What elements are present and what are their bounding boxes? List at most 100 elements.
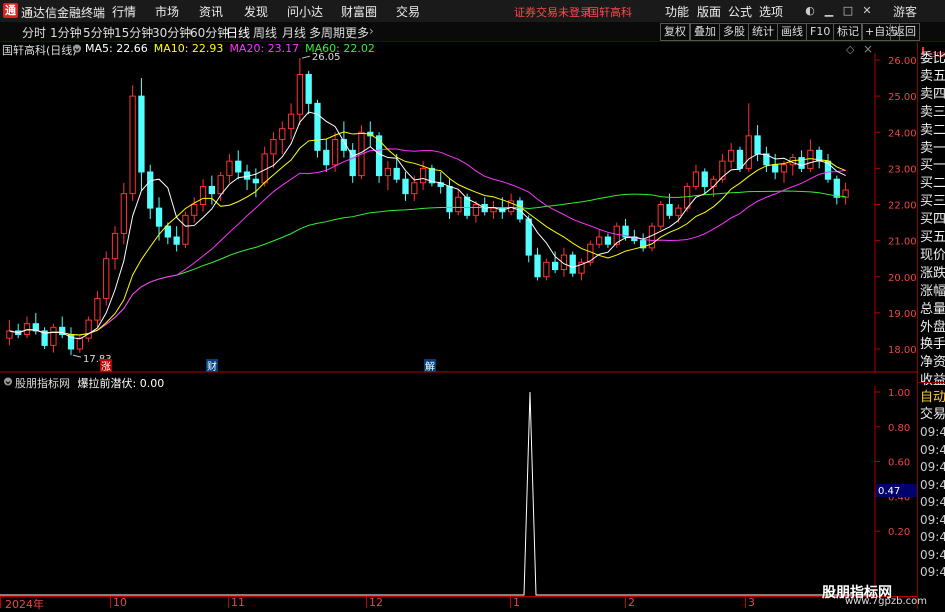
quote-field-label: 换手	[920, 337, 945, 353]
candle-body	[833, 178, 840, 198]
candle-body	[569, 254, 576, 274]
x-tick	[110, 597, 111, 608]
period-tab[interactable]: 分时	[22, 24, 46, 41]
x-axis-label: 2	[628, 596, 635, 609]
quote-field-label: 涨幅	[920, 283, 945, 299]
right-menu-item[interactable]: 版面	[697, 3, 721, 20]
candle-body	[402, 178, 409, 195]
toolbar-button[interactable]: 叠加	[690, 23, 720, 41]
trade-time: 09:43	[920, 565, 945, 579]
menu-item[interactable]: 问小达	[287, 3, 323, 20]
indicator-settings-icon[interactable]	[3, 375, 13, 386]
menu-item[interactable]: 财富圈	[341, 3, 377, 20]
quote-panel: L 300 委比 卖五 卖四 卖三 卖二 卖一 买一 买二 买三 买四 买五 现价 涨跌 涨幅 总量 外盘 换手…	[917, 42, 945, 609]
event-label[interactable]: 涨	[101, 361, 111, 373]
candle-body	[393, 167, 400, 180]
y-tick-label: 26.00	[888, 56, 917, 67]
toolbar-button[interactable]: 返回	[890, 23, 920, 41]
toolbar-button[interactable]: 画线	[777, 23, 807, 41]
more-arrow-icon[interactable]: ›	[369, 24, 374, 38]
x-tick	[228, 597, 229, 608]
indicator-chart[interactable]: 1.000.800.600.400.200.47	[0, 386, 917, 596]
quote-field-label: 净资	[920, 355, 945, 371]
skin-icon[interactable]: ◐	[803, 4, 817, 18]
maximize-icon[interactable]: □	[841, 4, 855, 18]
trade-time: 09:43	[920, 442, 945, 457]
menu-item[interactable]: 发现	[244, 3, 268, 20]
trade-time: 09:43	[920, 425, 945, 439]
y-tick-label: 18.00	[888, 345, 917, 356]
y-tick-label: 21.00	[888, 237, 917, 248]
x-tick	[0, 597, 1, 608]
candle-body	[287, 113, 295, 130]
close-icon[interactable]: ✕	[860, 4, 874, 18]
low-marker	[72, 354, 82, 358]
candle-body	[252, 178, 259, 184]
period-tab[interactable]: 多周期	[309, 24, 345, 41]
candle-body	[191, 204, 198, 216]
current-stock-notice[interactable]: 国轩高科	[588, 4, 632, 20]
guest-label[interactable]: 游客	[893, 3, 917, 20]
candle-body	[701, 171, 708, 187]
quote-field-label: 买三	[920, 194, 945, 210]
right-menu-item[interactable]: 功能	[665, 3, 689, 20]
toolbar-button[interactable]: F10	[806, 23, 835, 41]
candle-body	[103, 258, 110, 299]
menu-item[interactable]: 市场	[155, 3, 179, 20]
candle-body	[455, 196, 462, 213]
period-tab[interactable]: 日线	[226, 24, 250, 41]
current-value-label: 0.47	[878, 486, 900, 497]
period-tab[interactable]: 1分钟	[50, 24, 82, 41]
app-logo-icon: 通	[3, 3, 18, 18]
chart-settings-icon[interactable]	[72, 42, 82, 53]
candle-body	[543, 261, 550, 278]
quote-field-label: 现价	[920, 247, 945, 263]
menu-item[interactable]: 交易	[396, 3, 420, 20]
candle-body	[411, 182, 418, 195]
candle-body	[138, 95, 145, 173]
indicator-line	[0, 391, 875, 596]
candle-body	[534, 254, 541, 278]
toolbar-button[interactable]: 复权	[660, 23, 690, 41]
event-label[interactable]: 财	[207, 360, 217, 373]
toolbar-button[interactable]: 统计	[748, 23, 778, 41]
y-tick-label: 20.00	[888, 273, 917, 284]
candlestick-chart[interactable]: 26.00 25.00 24.00 23.00 22.00 21.00 20.00 19.00…	[0, 53, 917, 373]
toolbar-button[interactable]: 多股	[719, 23, 749, 41]
candle-body	[675, 207, 682, 216]
ma60-line	[9, 190, 846, 336]
quote-field-label: 买二	[920, 176, 945, 192]
menu-item[interactable]: 行情	[112, 3, 136, 20]
trade-label[interactable]: 交易	[920, 403, 945, 422]
candle-body	[76, 337, 83, 350]
login-notice[interactable]: 证券交易未登录	[514, 4, 591, 20]
candle-body	[692, 171, 700, 187]
period-tab[interactable]: 更多	[345, 24, 369, 41]
candle-body	[6, 330, 13, 339]
candle-body	[199, 185, 207, 205]
candle-body	[780, 164, 788, 173]
period-tab[interactable]: 5分钟	[83, 24, 115, 41]
y-tick-label: 22.00	[888, 201, 917, 212]
right-menu-item[interactable]: 选项	[759, 3, 783, 20]
candle-body	[419, 167, 427, 184]
event-label[interactable]: 解	[425, 360, 435, 373]
candle-body	[305, 73, 312, 104]
candle-body	[772, 164, 779, 173]
period-tab[interactable]: 60分钟	[190, 24, 229, 41]
period-tab[interactable]: 月线	[282, 24, 306, 41]
candle-body	[745, 135, 752, 169]
candle-body	[50, 326, 57, 346]
candle-body	[314, 102, 321, 151]
period-tab[interactable]: 15分钟	[114, 24, 153, 41]
candle-body	[182, 214, 189, 245]
x-tick	[745, 597, 746, 608]
period-tab[interactable]: 30分钟	[152, 24, 191, 41]
toolbar-button[interactable]: 标记	[833, 23, 863, 41]
menu-item[interactable]: 资讯	[199, 3, 223, 20]
quote-field-label: 卖一	[920, 140, 945, 156]
right-menu-item[interactable]: 公式	[728, 3, 752, 20]
candle-body	[111, 232, 119, 260]
minimize-icon[interactable]: ▁	[822, 4, 836, 18]
period-tab[interactable]: 周线	[253, 24, 277, 41]
